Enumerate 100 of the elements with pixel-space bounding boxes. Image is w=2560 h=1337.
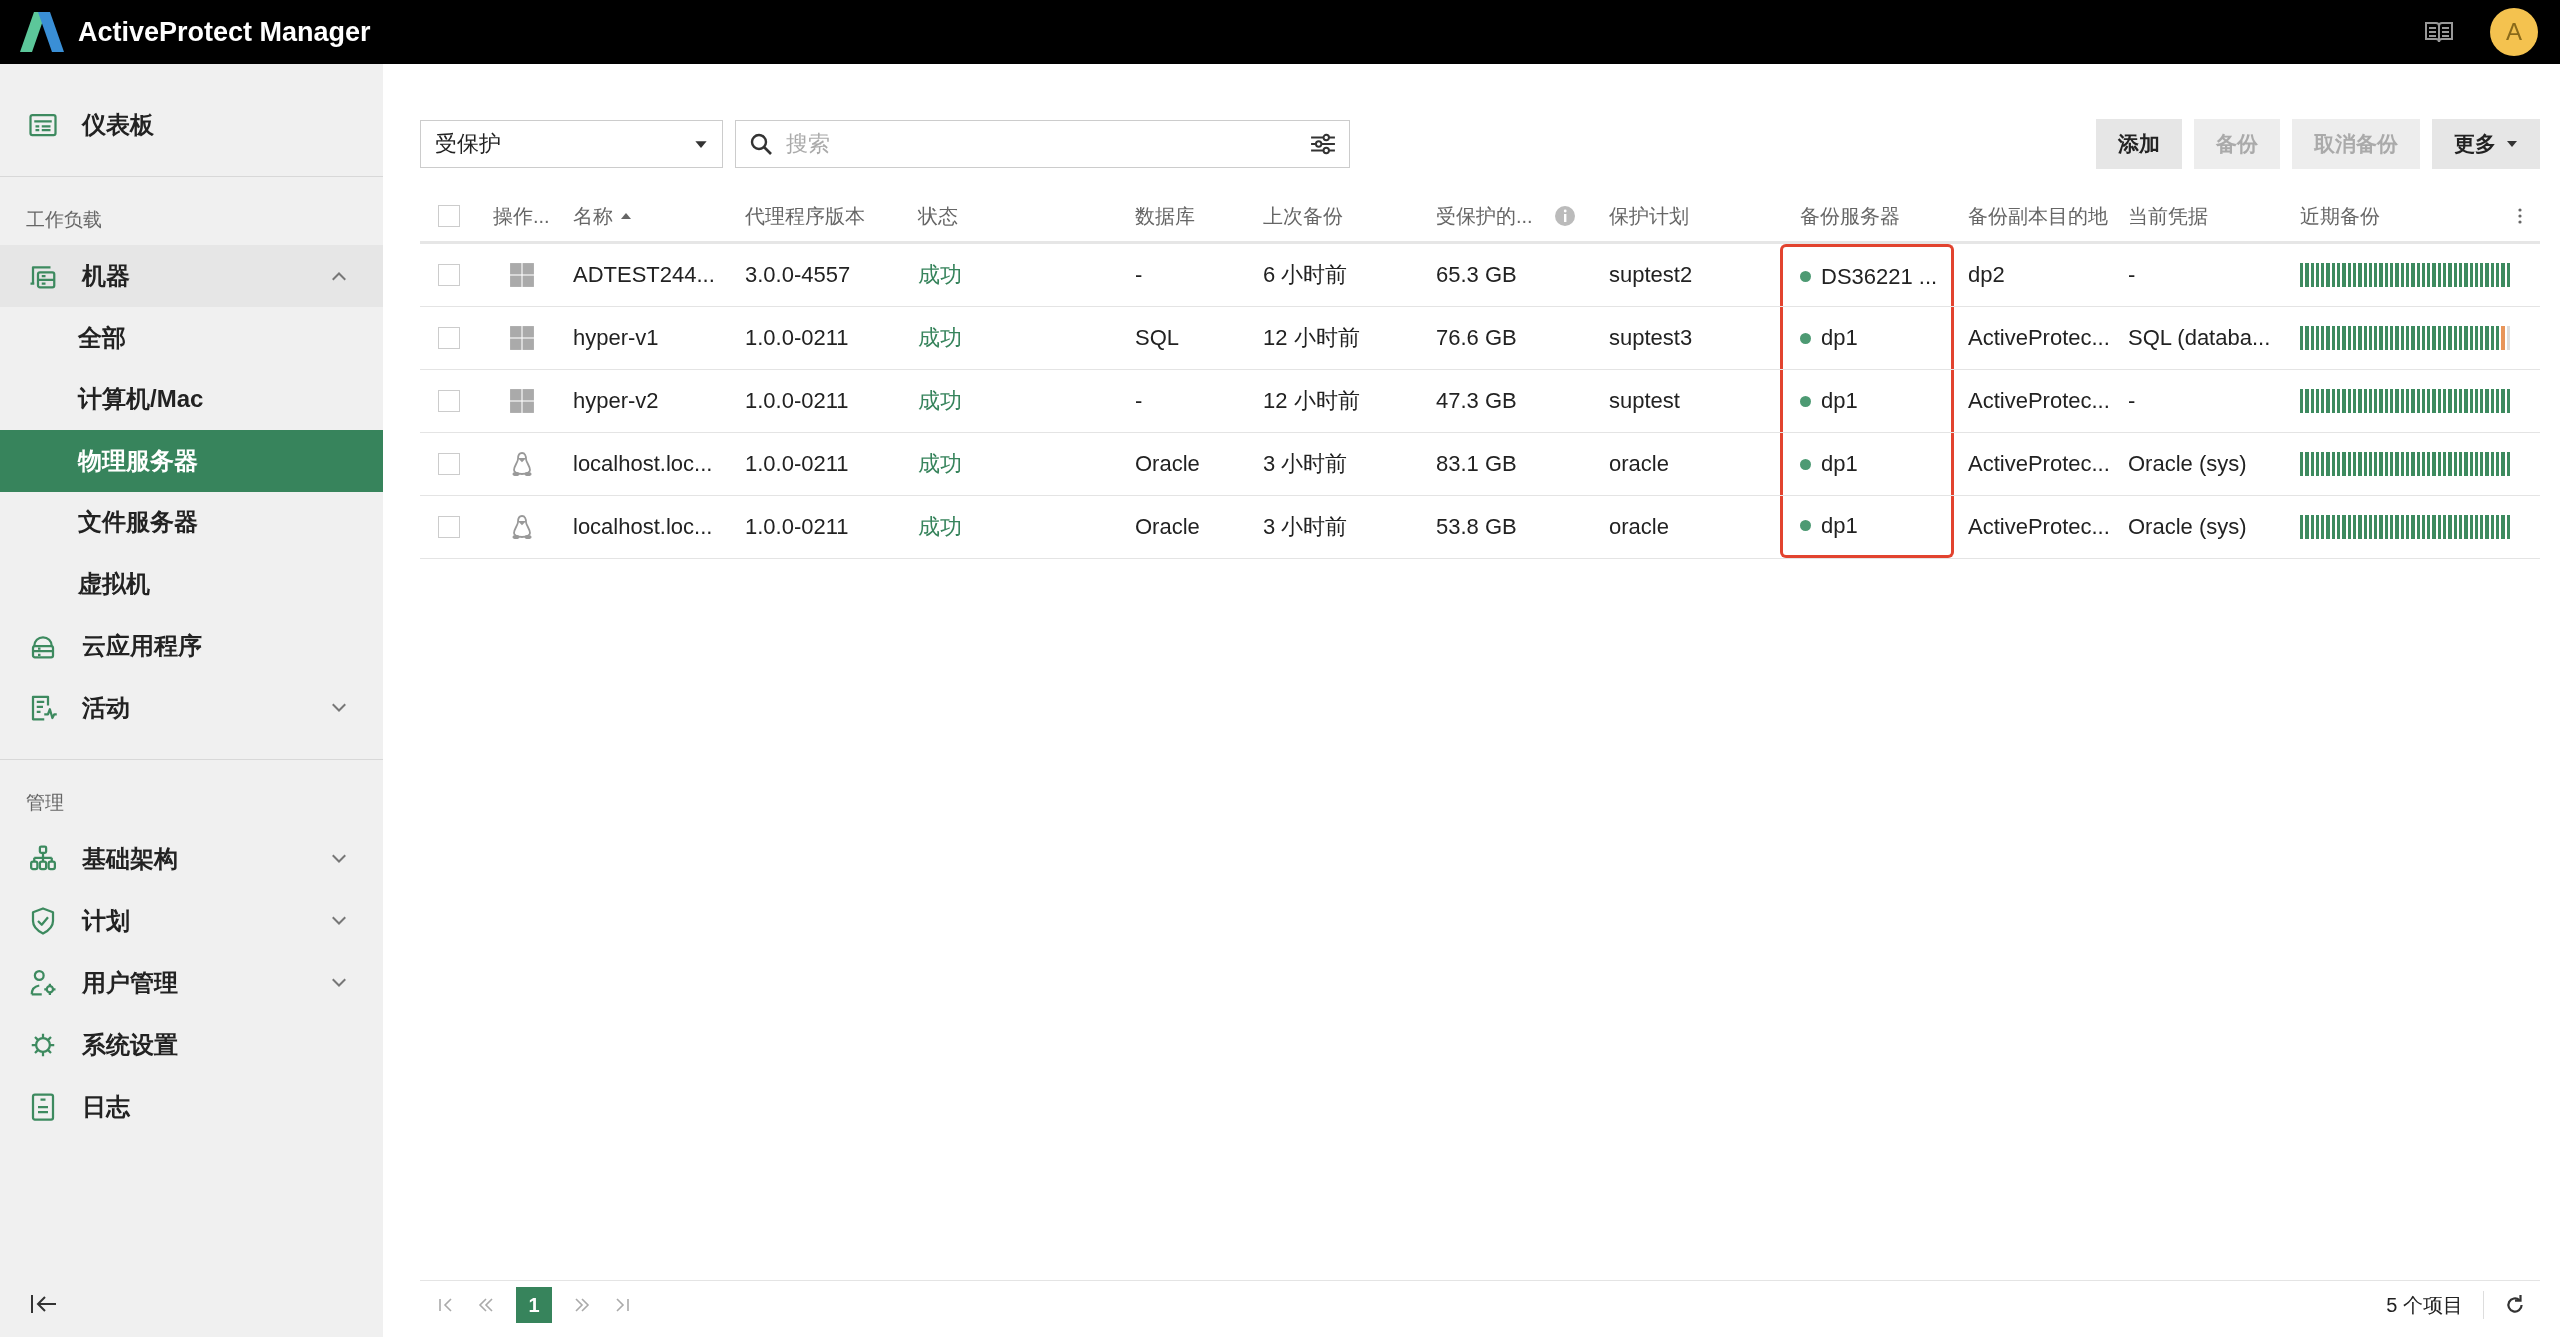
table-cell-text: 3 小时前 bbox=[1263, 513, 1348, 541]
table-cell: ActiveProtec... bbox=[1968, 514, 2110, 540]
table-cell: oracle bbox=[1609, 451, 1669, 477]
nav-item[interactable]: 活动 bbox=[0, 676, 383, 739]
table-cell: 1.0.0-0211 bbox=[745, 325, 849, 351]
nav-subitem[interactable]: 虚拟机 bbox=[0, 553, 383, 615]
row-checkbox[interactable] bbox=[438, 390, 460, 412]
column-header[interactable]: 保护计划 bbox=[1609, 202, 1689, 230]
column-header[interactable]: 数据库 bbox=[1135, 202, 1195, 230]
column-header[interactable]: 当前凭据 bbox=[2128, 202, 2208, 230]
nav-item[interactable]: 日志 bbox=[0, 1075, 383, 1138]
select-all-checkbox[interactable] bbox=[438, 205, 460, 227]
table-cell: SQL bbox=[1135, 325, 1180, 351]
table-cell: - bbox=[1135, 262, 1143, 288]
table-cell: DS36221 ... bbox=[1821, 263, 1938, 290]
row-checkbox[interactable] bbox=[438, 327, 460, 349]
table-cell: dp1 bbox=[1821, 388, 1858, 414]
status-text: 成功 bbox=[918, 387, 962, 415]
machine-name[interactable]: localhost.loc... bbox=[573, 514, 713, 540]
status-text: 成功 bbox=[918, 450, 962, 478]
section-label: 管理 bbox=[25, 790, 65, 815]
nav-subitem[interactable]: 全部 bbox=[0, 307, 383, 369]
nav-item[interactable]: 基础架构 bbox=[0, 827, 383, 890]
status-text: 成功 bbox=[918, 513, 962, 541]
table-cell: - bbox=[2128, 262, 2136, 288]
status-dot bbox=[1800, 458, 1811, 470]
table-cell: Oracle bbox=[1135, 514, 1200, 540]
status-text: 成功 bbox=[918, 324, 962, 352]
section-label: 工作负载 bbox=[25, 208, 103, 232]
table-cell: ActiveProtec... bbox=[1968, 388, 2110, 414]
caret-icon bbox=[694, 139, 708, 149]
column-header[interactable]: 近期备份 bbox=[2300, 202, 2380, 230]
logo-icon bbox=[20, 12, 64, 52]
table-cell: 1.0.0-0211 bbox=[745, 388, 849, 414]
page-button[interactable]: 1 bbox=[516, 1287, 552, 1323]
nav-item[interactable]: 用户管理 bbox=[0, 951, 383, 1014]
info-icon[interactable] bbox=[1554, 206, 1575, 226]
app-title: ActiveProtect Manager bbox=[78, 16, 371, 48]
nav-item[interactable]: 仪表板 bbox=[0, 94, 383, 156]
table-cell: 76.6 GB bbox=[1436, 325, 1517, 351]
status-dot bbox=[1800, 271, 1811, 282]
table-cell: 53.8 GB bbox=[1436, 514, 1517, 540]
nav-subitem[interactable]: 物理服务器 bbox=[0, 430, 383, 492]
table-cell: Oracle bbox=[1135, 451, 1200, 477]
filter-dropdown[interactable]: 受保护 bbox=[420, 120, 723, 168]
table-cell: - bbox=[2128, 388, 2136, 414]
machine-name[interactable]: ADTEST244... bbox=[573, 262, 715, 288]
nav-item[interactable]: 机器 bbox=[0, 245, 383, 307]
table-cell: suptest3 bbox=[1609, 325, 1693, 351]
table-cell: Oracle (sys) bbox=[2128, 451, 2247, 477]
machine-name[interactable]: hyper-v2 bbox=[573, 388, 659, 414]
user-gear-icon bbox=[28, 967, 58, 998]
column-header[interactable]: 上次备份 bbox=[1263, 202, 1343, 230]
toolbar-button[interactable]: 添加 bbox=[2096, 119, 2182, 169]
row-checkbox[interactable] bbox=[438, 516, 460, 538]
search-field[interactable]: 搜索 bbox=[735, 120, 1350, 168]
table-cell: Oracle (sys) bbox=[2128, 514, 2247, 540]
table-cell: ActiveProtec... bbox=[1968, 451, 2110, 477]
table-cell: dp1 bbox=[1821, 512, 1858, 539]
collapse-sidebar-icon[interactable] bbox=[30, 1293, 58, 1315]
status-text: 成功 bbox=[918, 261, 962, 289]
row-checkbox[interactable] bbox=[438, 453, 460, 475]
table-cell: - bbox=[1135, 388, 1143, 414]
filter-sliders-icon[interactable] bbox=[1310, 133, 1336, 155]
table-cell-text: 12 小时前 bbox=[1263, 387, 1360, 415]
table-cell-text: 6 小时前 bbox=[1263, 261, 1348, 289]
row-checkbox[interactable] bbox=[438, 264, 460, 286]
table-cell: dp2 bbox=[1968, 262, 2005, 288]
status-dot bbox=[1800, 332, 1811, 344]
book-icon[interactable] bbox=[2424, 20, 2454, 44]
table-cell: 3.0.0-4557 bbox=[745, 262, 851, 288]
table-cell: suptest bbox=[1609, 388, 1680, 414]
table-cell: suptest2 bbox=[1609, 262, 1693, 288]
table-cell-text: 3 小时前 bbox=[1263, 450, 1348, 478]
nav-item[interactable]: 系统设置 bbox=[0, 1013, 383, 1076]
table-cell: 83.1 GB bbox=[1436, 451, 1517, 477]
column-header[interactable]: 备份副本目的地 bbox=[1968, 202, 2108, 230]
column-header[interactable]: 操作... bbox=[493, 202, 550, 230]
table-cell: oracle bbox=[1609, 514, 1669, 540]
more-vertical-icon[interactable] bbox=[2518, 208, 2522, 224]
column-header[interactable]: 代理程序版本 bbox=[745, 202, 865, 230]
column-header[interactable]: 名称 bbox=[573, 202, 613, 230]
table-cell: 65.3 GB bbox=[1436, 262, 1517, 288]
status-dot bbox=[1800, 395, 1811, 407]
nav-subitem[interactable]: 计算机/Mac bbox=[0, 368, 383, 430]
nav-item[interactable]: 计划 bbox=[0, 889, 383, 952]
nav-subitem[interactable]: 文件服务器 bbox=[0, 491, 383, 553]
table-cell: dp1 bbox=[1821, 451, 1858, 477]
column-header[interactable]: 受保护的... bbox=[1436, 202, 1533, 230]
table-cell: 1.0.0-0211 bbox=[745, 514, 849, 540]
machine-name[interactable]: hyper-v1 bbox=[573, 325, 659, 351]
more-dropdown-button[interactable]: 更多 bbox=[2432, 119, 2540, 169]
nav-item[interactable]: 云应用程序 bbox=[0, 614, 383, 677]
table-cell: 47.3 GB bbox=[1436, 388, 1517, 414]
refresh-icon[interactable] bbox=[2504, 1294, 2526, 1316]
column-header[interactable]: 备份服务器 bbox=[1800, 202, 1900, 230]
machine-name[interactable]: localhost.loc... bbox=[573, 451, 713, 477]
item-count: 5 个项目 bbox=[2386, 1292, 2463, 1318]
column-header[interactable]: 状态 bbox=[918, 202, 958, 230]
table-cell: SQL (databa... bbox=[2128, 325, 2271, 351]
